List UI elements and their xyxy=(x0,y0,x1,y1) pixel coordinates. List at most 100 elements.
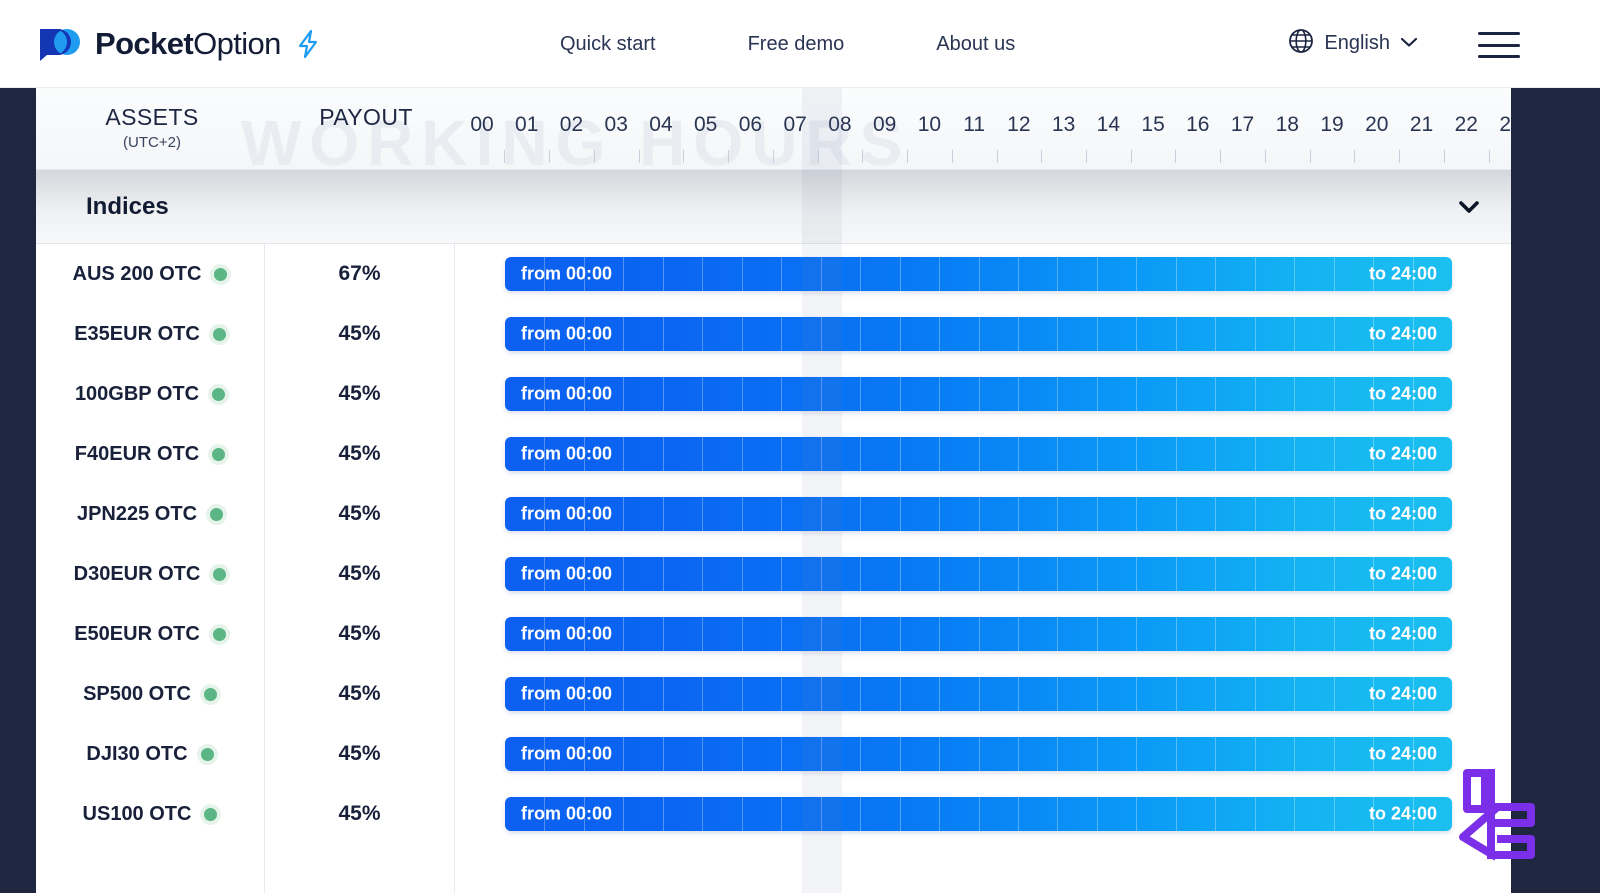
bar-start-time: from 00:00 xyxy=(521,803,613,824)
chevron-down-icon xyxy=(1400,35,1418,53)
table-row[interactable]: E35EUR OTC 45% from 00:00 to 24:00 xyxy=(36,304,1511,364)
language-selector[interactable]: English xyxy=(1288,28,1418,59)
working-hours-bar[interactable]: from 00:00 to 24:00 xyxy=(505,257,1452,291)
bar-end-time: to 24:00 xyxy=(1368,443,1437,464)
bar-hour-divider xyxy=(1294,317,1296,351)
bar-hour-divider xyxy=(1215,257,1217,291)
bar-hour-divider xyxy=(939,557,941,591)
bar-hour-divider xyxy=(741,797,743,831)
bar-hour-divider xyxy=(978,737,980,771)
hour-tick xyxy=(683,150,685,163)
table-row[interactable]: E50EUR OTC 45% from 00:00 to 24:00 xyxy=(36,604,1511,664)
hour-label-20: 20 xyxy=(1365,113,1389,136)
working-hours-bar[interactable]: from 00:00 to 24:00 xyxy=(505,617,1452,651)
asset-cell[interactable]: D30EUR OTC xyxy=(36,544,264,604)
asset-cell[interactable]: US100 OTC xyxy=(36,784,264,844)
bar-hour-divider xyxy=(1215,377,1217,411)
asset-name: SP500 OTC xyxy=(83,682,191,705)
asset-cell[interactable]: DJI30 OTC xyxy=(36,724,264,784)
bar-hour-divider xyxy=(860,617,862,651)
asset-cell[interactable]: SP500 OTC xyxy=(36,664,264,724)
hour-label-22: 22 xyxy=(1454,113,1478,136)
bar-hour-divider xyxy=(1175,557,1177,591)
table-row[interactable]: US100 OTC 45% from 00:00 to 24:00 xyxy=(36,784,1511,844)
table-row[interactable]: D30EUR OTC 45% from 00:00 to 24:00 xyxy=(36,544,1511,604)
bar-hour-divider xyxy=(662,437,664,471)
table-row[interactable]: F40EUR OTC 45% from 00:00 to 24:00 xyxy=(36,424,1511,484)
asset-name: E50EUR OTC xyxy=(74,622,200,645)
working-hours-bar[interactable]: from 00:00 to 24:00 xyxy=(505,317,1452,351)
hour-tick xyxy=(728,150,730,163)
bar-hour-divider xyxy=(781,617,783,651)
table-row[interactable]: AUS 200 OTC 67% from 00:00 to 24:00 xyxy=(36,244,1511,304)
nav-item-free-demo[interactable]: Free demo xyxy=(748,33,845,56)
bar-hour-divider xyxy=(741,257,743,291)
bar-hour-divider xyxy=(1017,377,1019,411)
bar-start-time: from 00:00 xyxy=(521,443,613,464)
table-row[interactable]: 100GBP OTC 45% from 00:00 to 24:00 xyxy=(36,364,1511,424)
asset-cell[interactable]: E35EUR OTC xyxy=(36,304,264,364)
asset-cell[interactable]: F40EUR OTC xyxy=(36,424,264,484)
bar-hour-divider xyxy=(899,317,901,351)
language-label: English xyxy=(1324,32,1390,54)
hamburger-menu-icon[interactable] xyxy=(1478,32,1520,58)
bar-hour-divider xyxy=(781,257,783,291)
working-hours-bar[interactable]: from 00:00 to 24:00 xyxy=(505,677,1452,711)
status-badge-open xyxy=(203,687,217,701)
hour-label-08: 08 xyxy=(828,113,852,136)
bar-hour-divider xyxy=(820,797,822,831)
table-row[interactable]: SP500 OTC 45% from 00:00 to 24:00 xyxy=(36,664,1511,724)
working-hours-bar[interactable]: from 00:00 to 24:00 xyxy=(505,737,1452,771)
hour-tick xyxy=(1175,150,1177,163)
bar-hour-divider xyxy=(1096,797,1098,831)
brand-logo[interactable]: PocketOption xyxy=(38,22,321,66)
asset-cell[interactable]: JPN225 OTC xyxy=(36,484,264,544)
bar-hour-divider xyxy=(1333,437,1335,471)
bar-hour-divider xyxy=(1215,497,1217,531)
asset-cell[interactable]: 100GBP OTC xyxy=(36,364,264,424)
bar-hour-divider xyxy=(662,497,664,531)
table-row[interactable]: DJI30 OTC 45% from 00:00 to 24:00 xyxy=(36,724,1511,784)
bar-hour-divider xyxy=(1096,557,1098,591)
bar-hour-divider xyxy=(1017,497,1019,531)
hour-tick xyxy=(1399,150,1401,163)
bar-hour-divider xyxy=(1057,557,1059,591)
hour-label-03: 03 xyxy=(604,113,628,136)
hour-tick xyxy=(1085,150,1087,163)
nav-item-quick-start[interactable]: Quick start xyxy=(560,33,656,56)
asset-cell[interactable]: E50EUR OTC xyxy=(36,604,264,664)
bar-hour-divider xyxy=(1017,737,1019,771)
bar-hour-divider xyxy=(1333,317,1335,351)
lightning-bolt-icon xyxy=(295,29,321,59)
bar-hour-divider xyxy=(741,677,743,711)
status-badge-open xyxy=(213,567,227,581)
group-header-indices[interactable]: Indices xyxy=(36,170,1511,244)
working-hours-bar[interactable]: from 00:00 to 24:00 xyxy=(505,557,1452,591)
working-hours-bar[interactable]: from 00:00 to 24:00 xyxy=(505,797,1452,831)
bar-hour-divider xyxy=(1215,557,1217,591)
nav-item-about-us[interactable]: About us xyxy=(936,33,1015,56)
asset-name: E35EUR OTC xyxy=(74,322,200,345)
hour-tick xyxy=(772,150,774,163)
asset-name: AUS 200 OTC xyxy=(72,262,202,285)
bar-hour-divider xyxy=(860,677,862,711)
group-collapse-chevron-down-icon[interactable] xyxy=(1457,195,1481,219)
schedule-track: from 00:00 to 24:00 xyxy=(455,364,1511,424)
hour-label-11: 11 xyxy=(963,113,986,136)
hour-tick xyxy=(862,150,864,163)
table-body: AUS 200 OTC 67% from 00:00 to 24:00 E35EUR O… xyxy=(36,244,1511,893)
bar-hour-divider xyxy=(1333,377,1335,411)
asset-cell[interactable]: AUS 200 OTC xyxy=(36,244,264,304)
bar-hour-divider xyxy=(702,677,704,711)
table-row[interactable]: JPN225 OTC 45% from 00:00 to 24:00 xyxy=(36,484,1511,544)
bar-hour-divider xyxy=(899,737,901,771)
working-hours-bar[interactable]: from 00:00 to 24:00 xyxy=(505,497,1452,531)
bar-end-time: to 24:00 xyxy=(1368,803,1437,824)
payout-value: 67% xyxy=(338,262,381,285)
bar-hour-divider xyxy=(820,257,822,291)
working-hours-bar[interactable]: from 00:00 to 24:00 xyxy=(505,437,1452,471)
bar-hour-divider xyxy=(1294,377,1296,411)
schedule-track: from 00:00 to 24:00 xyxy=(455,604,1511,664)
bar-hour-divider xyxy=(1136,437,1138,471)
working-hours-bar[interactable]: from 00:00 to 24:00 xyxy=(505,377,1452,411)
